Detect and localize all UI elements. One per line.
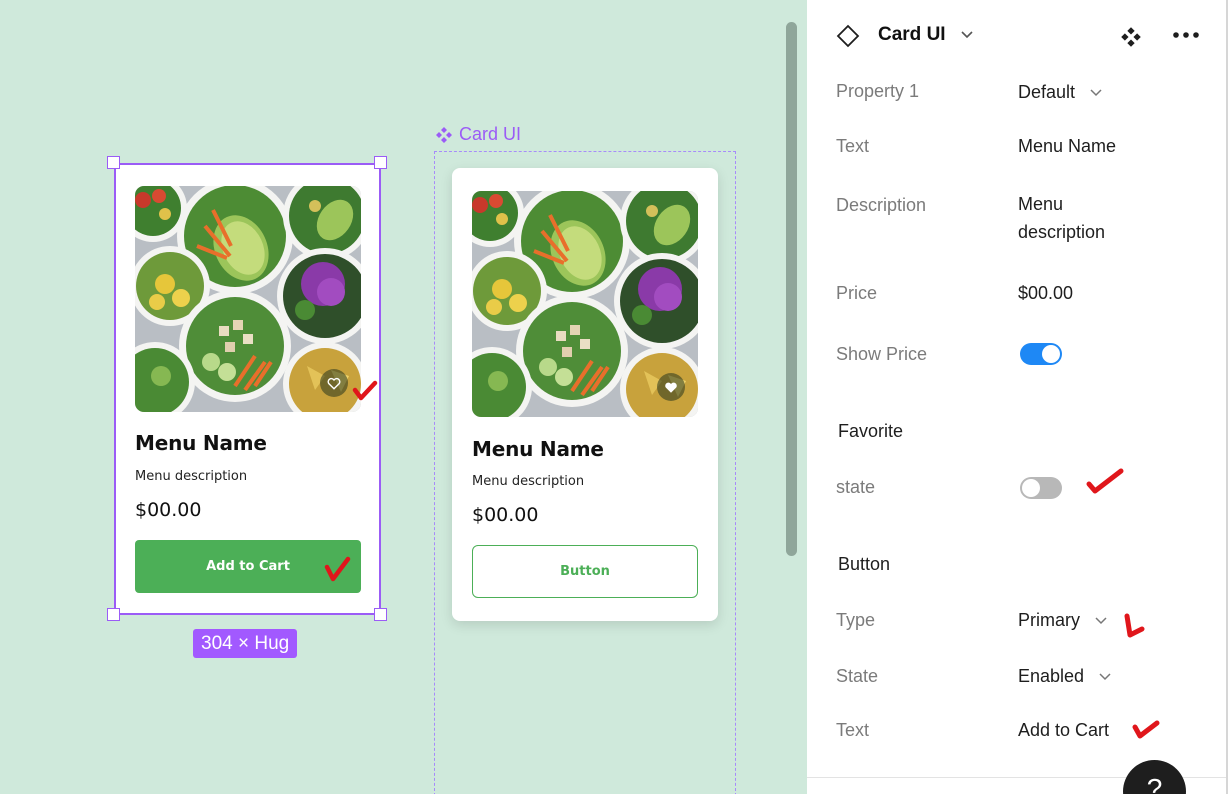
menu-price: $00.00 bbox=[135, 499, 202, 521]
button-state-label: State bbox=[836, 666, 879, 686]
main-component-card[interactable]: Menu Name Menu description $00.00 Button bbox=[452, 168, 718, 621]
chevron-down-icon bbox=[1095, 617, 1107, 625]
button-type-dropdown[interactable]: Primary bbox=[1018, 610, 1107, 631]
button-text-label: Text bbox=[836, 720, 870, 740]
component-label[interactable]: Card UI bbox=[435, 124, 521, 145]
button-type-label: Type bbox=[836, 610, 876, 630]
menu-name: Menu Name bbox=[472, 437, 604, 461]
panel-header: Card UI bbox=[807, 0, 1226, 70]
menu-description: Menu description bbox=[135, 469, 248, 484]
instance-icon bbox=[836, 24, 860, 48]
help-button[interactable]: ? bbox=[1123, 760, 1186, 794]
resize-handle-top-left[interactable] bbox=[107, 156, 120, 169]
component-icon bbox=[436, 126, 452, 143]
more-options-icon[interactable] bbox=[1172, 31, 1200, 39]
properties-panel: Card UI Property 1 Default Text Menu Nam… bbox=[807, 0, 1228, 794]
resize-handle-top-right[interactable] bbox=[374, 156, 387, 169]
favorite-section-title: Favorite bbox=[838, 421, 904, 441]
card-button[interactable]: Button bbox=[472, 545, 698, 598]
red-check-icon bbox=[1086, 468, 1124, 494]
description-label: Description bbox=[836, 195, 927, 215]
menu-name: Menu Name bbox=[135, 431, 267, 455]
selected-card-instance[interactable]: Menu Name Menu description $00.00 Add to… bbox=[114, 163, 381, 615]
red-check-icon bbox=[352, 380, 378, 401]
show-price-toggle[interactable] bbox=[1020, 343, 1062, 365]
canvas-scrollbar[interactable] bbox=[786, 22, 797, 556]
property-1-label: Property 1 bbox=[836, 81, 920, 101]
heart-filled-icon bbox=[665, 382, 677, 393]
instance-title[interactable]: Card UI bbox=[878, 24, 973, 46]
price-label: Price bbox=[836, 283, 878, 303]
favorite-state-toggle[interactable] bbox=[1020, 477, 1062, 499]
show-price-label: Show Price bbox=[836, 344, 928, 364]
button-type-value: Primary bbox=[1018, 610, 1080, 630]
resize-handle-bottom-right[interactable] bbox=[374, 608, 387, 621]
go-to-main-component-icon[interactable] bbox=[1120, 26, 1142, 48]
favorite-button[interactable] bbox=[657, 373, 685, 401]
button-text-value-field[interactable]: Add to Cart bbox=[1018, 720, 1109, 741]
toggle-knob bbox=[1042, 345, 1060, 363]
property-1-dropdown[interactable]: Default bbox=[1018, 82, 1102, 103]
red-check-icon bbox=[1124, 613, 1145, 638]
red-check-icon bbox=[324, 556, 351, 582]
price-value-field[interactable]: $00.00 bbox=[1018, 283, 1073, 304]
button-state-value: Enabled bbox=[1018, 666, 1085, 686]
design-canvas[interactable]: Menu Name Menu description $00.00 Add to… bbox=[0, 0, 807, 794]
component-label-text: Card UI bbox=[459, 124, 522, 144]
resize-handle-bottom-left[interactable] bbox=[107, 608, 120, 621]
description-value-field[interactable]: Menu description bbox=[1018, 190, 1138, 246]
text-label: Text bbox=[836, 136, 870, 156]
button-state-dropdown[interactable]: Enabled bbox=[1018, 666, 1111, 687]
instance-title-text: Card UI bbox=[878, 24, 946, 45]
chevron-down-icon bbox=[1090, 89, 1102, 97]
toggle-knob bbox=[1022, 479, 1040, 497]
chevron-down-icon bbox=[961, 31, 973, 39]
property-1-value: Default bbox=[1018, 82, 1076, 102]
favorite-state-label: state bbox=[836, 477, 876, 497]
chevron-down-icon bbox=[1099, 673, 1111, 681]
red-check-icon bbox=[1132, 720, 1160, 739]
favorite-button[interactable] bbox=[320, 369, 348, 397]
button-section-title: Button bbox=[838, 554, 891, 574]
menu-price: $00.00 bbox=[472, 504, 539, 526]
text-value-field[interactable]: Menu Name bbox=[1018, 136, 1116, 157]
menu-description: Menu description bbox=[472, 474, 585, 489]
size-badge: 304 × Hug bbox=[193, 629, 298, 658]
heart-outline-icon bbox=[327, 377, 341, 390]
